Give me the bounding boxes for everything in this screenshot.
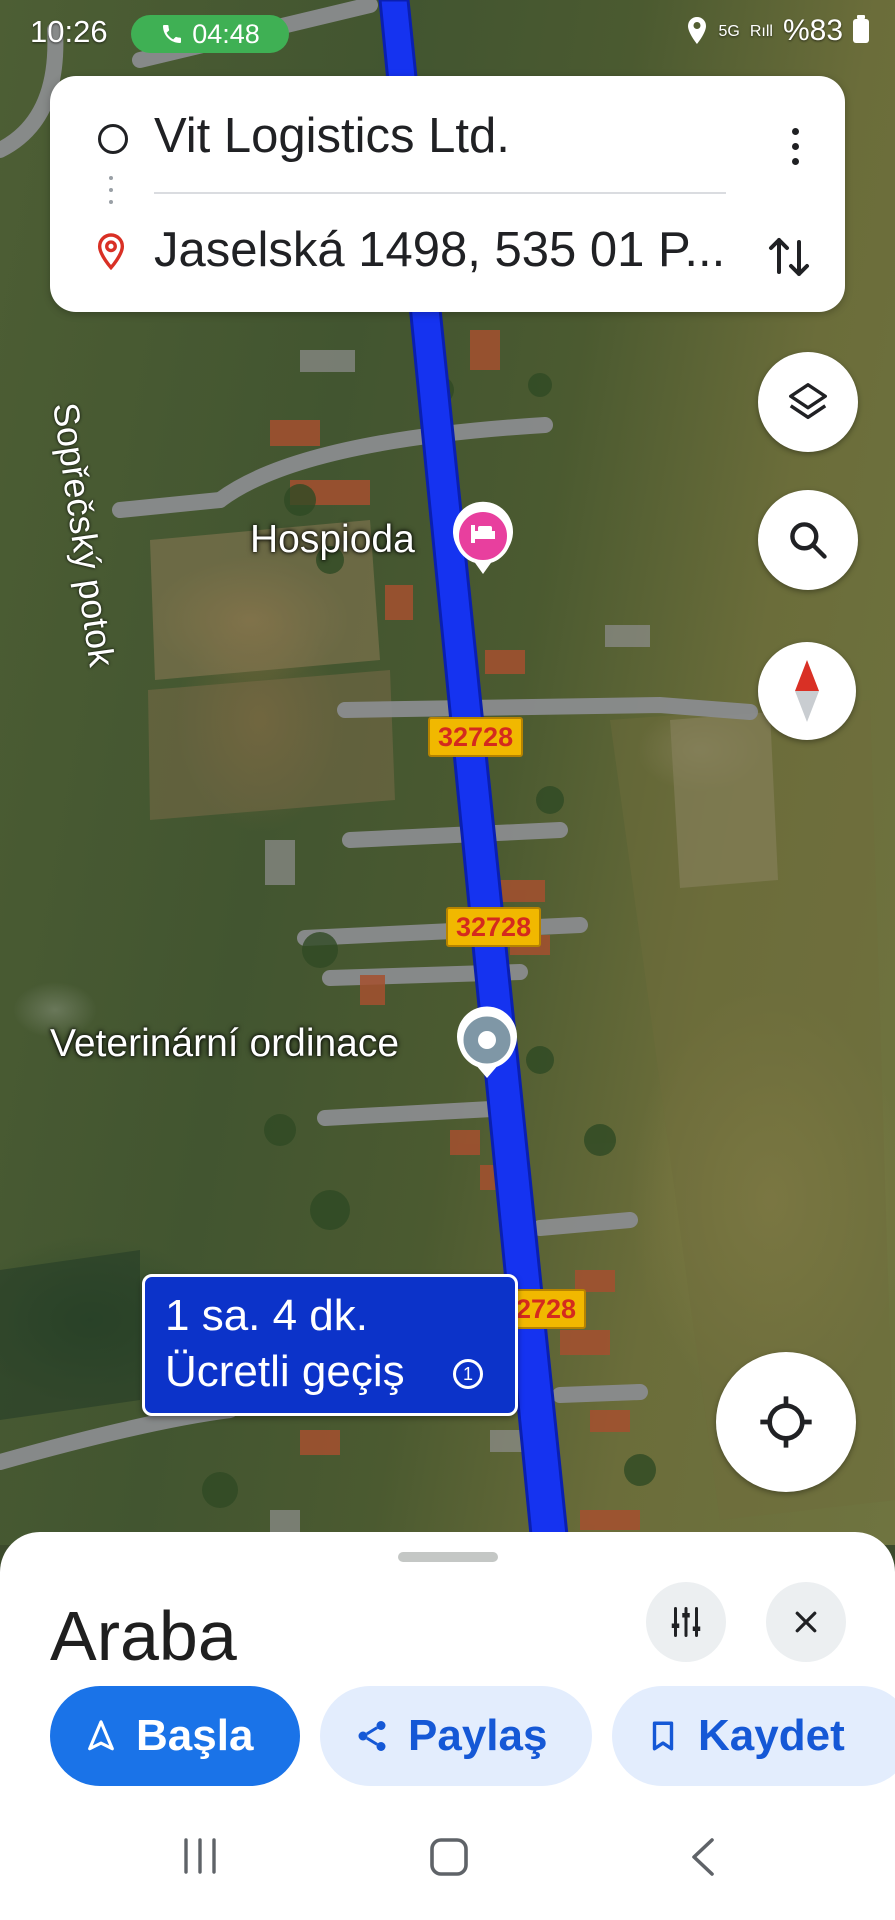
close-icon: [795, 1611, 817, 1633]
battery-icon: [853, 15, 869, 43]
drag-handle[interactable]: [398, 1552, 498, 1562]
poi-hospoda-label[interactable]: Hospioda: [250, 518, 415, 562]
divider: [154, 192, 726, 194]
bookmark-icon: [652, 1721, 674, 1751]
search-icon: [790, 522, 827, 559]
navigation-icon: [88, 1720, 114, 1751]
circle-origin-icon: [98, 124, 128, 154]
origin-row[interactable]: Vit Logistics Ltd.: [50, 96, 845, 186]
options-icon: [671, 1607, 701, 1637]
back-icon[interactable]: [688, 1836, 718, 1878]
toll-icon: 1: [453, 1359, 483, 1389]
layers-icon: [789, 383, 827, 420]
signal-indicator: Rıll: [749, 22, 773, 40]
destination-row[interactable]: Jaselská 1498, 535 01 P...: [50, 210, 845, 300]
destination-field[interactable]: Jaselská 1498, 535 01 P...: [154, 222, 725, 278]
compass-button[interactable]: [758, 642, 856, 740]
my-location-icon: [760, 1396, 812, 1448]
travel-mode-title: Araba: [50, 1597, 237, 1675]
battery-percent: %83: [782, 14, 843, 47]
road-number-badge: 2728: [506, 1289, 587, 1329]
eta-duration: 1 sa. 4 dk.: [165, 1291, 369, 1340]
network-type: 5G: [718, 22, 740, 40]
eta-toll-label: Ücretli geçiş: [165, 1347, 405, 1396]
layers-button[interactable]: [758, 352, 858, 452]
close-button[interactable]: [766, 1582, 846, 1662]
eta-bubble[interactable]: 1 sa. 4 dk. Ücretli geçiş 1: [142, 1274, 518, 1416]
search-button[interactable]: [758, 490, 858, 590]
pin-icon: [97, 233, 125, 271]
start-label: Başla: [136, 1711, 254, 1760]
call-indicator[interactable]: 04:48: [131, 15, 289, 53]
my-location-button[interactable]: [716, 1352, 856, 1492]
phone-icon: [163, 25, 182, 43]
more-vert-icon[interactable]: [785, 128, 805, 165]
share-label: Paylaş: [408, 1711, 548, 1760]
poi-vet-label[interactable]: Veterinární ordinace: [50, 1022, 399, 1066]
status-bar: 10:26 04:48 5G Rıll %83: [0, 0, 895, 66]
home-icon[interactable]: [428, 1836, 470, 1878]
swap-icon[interactable]: [767, 232, 811, 282]
origin-field[interactable]: Vit Logistics Ltd.: [154, 108, 510, 164]
route-card: Vit Logistics Ltd. Jaselská 1498, 535 01…: [50, 76, 845, 312]
save-button[interactable]: Kaydet: [612, 1686, 895, 1786]
compass-icon: [795, 660, 819, 722]
location-status-icon: [688, 17, 707, 44]
start-button[interactable]: Başla: [50, 1686, 300, 1786]
system-nav-bar: [0, 1800, 895, 1920]
road-number-badge: 32728: [446, 907, 542, 947]
status-time: 10:26: [30, 14, 108, 49]
road-number-badge: 32728: [428, 717, 524, 757]
save-label: Kaydet: [698, 1711, 845, 1760]
share-button[interactable]: Paylaş: [320, 1686, 592, 1786]
options-button[interactable]: [646, 1582, 726, 1662]
share-icon: [358, 1721, 386, 1751]
recents-icon[interactable]: [180, 1836, 220, 1876]
call-timer: 04:48: [192, 18, 260, 49]
